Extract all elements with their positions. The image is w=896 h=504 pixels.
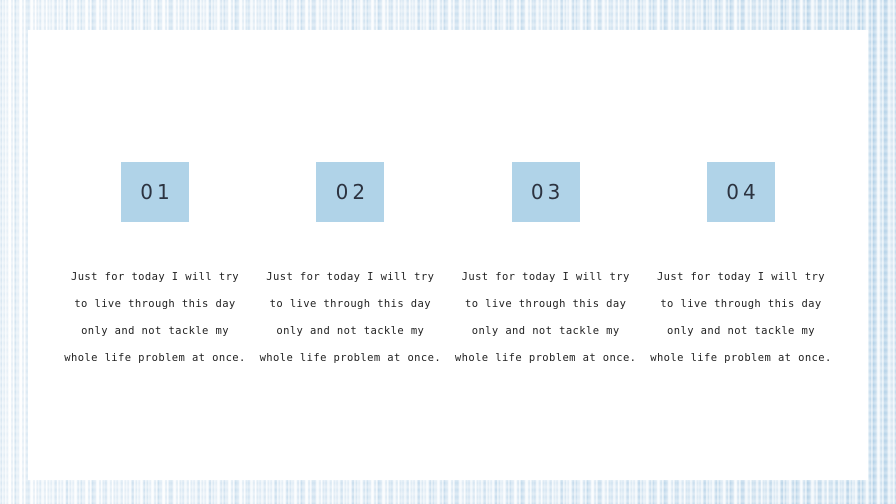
number-badge-01[interactable]: 01 (121, 162, 189, 222)
column-04: 04 Just for today I will try to live thr… (648, 30, 834, 372)
column-body-text-04: Just for today I will try to live throug… (650, 271, 832, 364)
number-badge-04[interactable]: 04 (706, 162, 775, 222)
number-badge-label: 03 (530, 180, 565, 204)
number-badge-02[interactable]: 02 (316, 162, 385, 222)
number-badge-label: 04 (726, 180, 760, 204)
column-body-text-03: Just for today I will try to live throug… (454, 271, 637, 364)
column-03: 03 Just for today I will try to live thr… (453, 30, 639, 372)
number-badge-label: 02 (335, 180, 370, 204)
slide-content-card: 01 Just for today I will try to live thr… (28, 30, 868, 480)
number-badge-label: 01 (140, 180, 174, 204)
numbered-columns-group: 01 Just for today I will try to live thr… (28, 30, 868, 480)
column-02: 02 Just for today I will try to live thr… (257, 30, 443, 372)
number-badge-03[interactable]: 03 (511, 162, 580, 222)
column-body-text-02: Just for today I will try to live throug… (259, 271, 442, 364)
column-01: 01 Just for today I will try to live thr… (62, 30, 248, 372)
presentation-slide: 01 Just for today I will try to live thr… (0, 0, 896, 504)
column-body-text-01: Just for today I will try to live throug… (64, 271, 246, 364)
